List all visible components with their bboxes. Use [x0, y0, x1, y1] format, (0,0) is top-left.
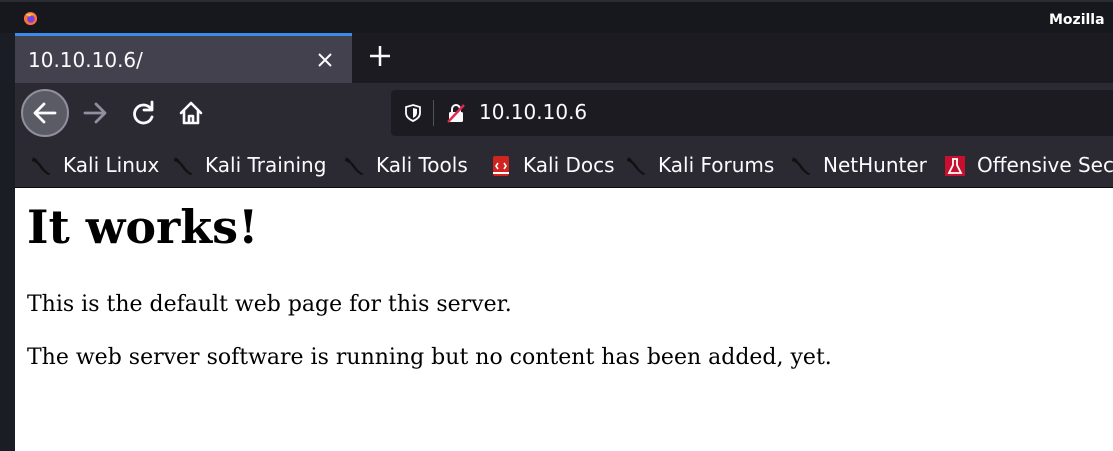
url-bar-separator [433, 100, 434, 126]
bookmark-label: Kali Training [205, 153, 327, 177]
kali-docs-icon [493, 156, 509, 176]
home-button[interactable] [167, 89, 215, 137]
reload-button[interactable] [119, 89, 167, 137]
kali-dragon-icon [627, 157, 646, 175]
kali-dragon-icon [345, 157, 364, 175]
page-paragraph: The web server software is running but n… [27, 345, 832, 370]
navigation-toolbar: 10.10.10.6 [15, 83, 1113, 143]
tab-active[interactable]: 10.10.10.6/ [15, 33, 352, 83]
close-tab-icon[interactable] [315, 50, 335, 70]
page-content: It works! This is the default web page f… [15, 188, 1113, 451]
bookmark-label: NetHunter [823, 153, 927, 177]
tab-title: 10.10.10.6/ [28, 48, 143, 72]
bookmark-label: Offensive Secu [977, 153, 1113, 177]
bookmark-label: Kali Forums [658, 153, 775, 177]
back-icon [33, 102, 57, 124]
offensive-security-icon [945, 156, 965, 176]
page-paragraph: This is the default web page for this se… [27, 292, 512, 317]
insecure-lock-icon[interactable] [445, 102, 467, 124]
kali-dragon-icon [792, 157, 811, 175]
kali-dragon-icon [174, 157, 193, 175]
bookmark-label: Kali Linux [63, 153, 160, 177]
home-icon [179, 101, 203, 125]
bookmarks-toolbar: Kali Linux Kali Training Kali Tools Kali… [15, 143, 1113, 188]
forward-button[interactable] [71, 89, 119, 137]
kali-dragon-icon [32, 157, 51, 175]
reload-icon [133, 100, 154, 125]
window-left-edge [0, 33, 15, 451]
url-bar[interactable]: 10.10.10.6 [391, 90, 1113, 136]
back-button[interactable] [21, 89, 69, 137]
window-title-bar: Mozilla [0, 0, 1113, 33]
window-title: Mozilla [1049, 12, 1105, 28]
new-tab-icon[interactable] [367, 43, 393, 69]
url-text[interactable]: 10.10.10.6 [479, 100, 587, 124]
forward-icon [83, 102, 107, 124]
page-heading: It works! [27, 200, 259, 254]
tracking-protection-shield-icon[interactable] [403, 103, 423, 123]
tab-strip: 10.10.10.6/ [15, 33, 1113, 83]
bookmark-label: Kali Docs [523, 153, 615, 177]
bookmark-label: Kali Tools [376, 153, 468, 177]
firefox-icon [23, 11, 38, 26]
